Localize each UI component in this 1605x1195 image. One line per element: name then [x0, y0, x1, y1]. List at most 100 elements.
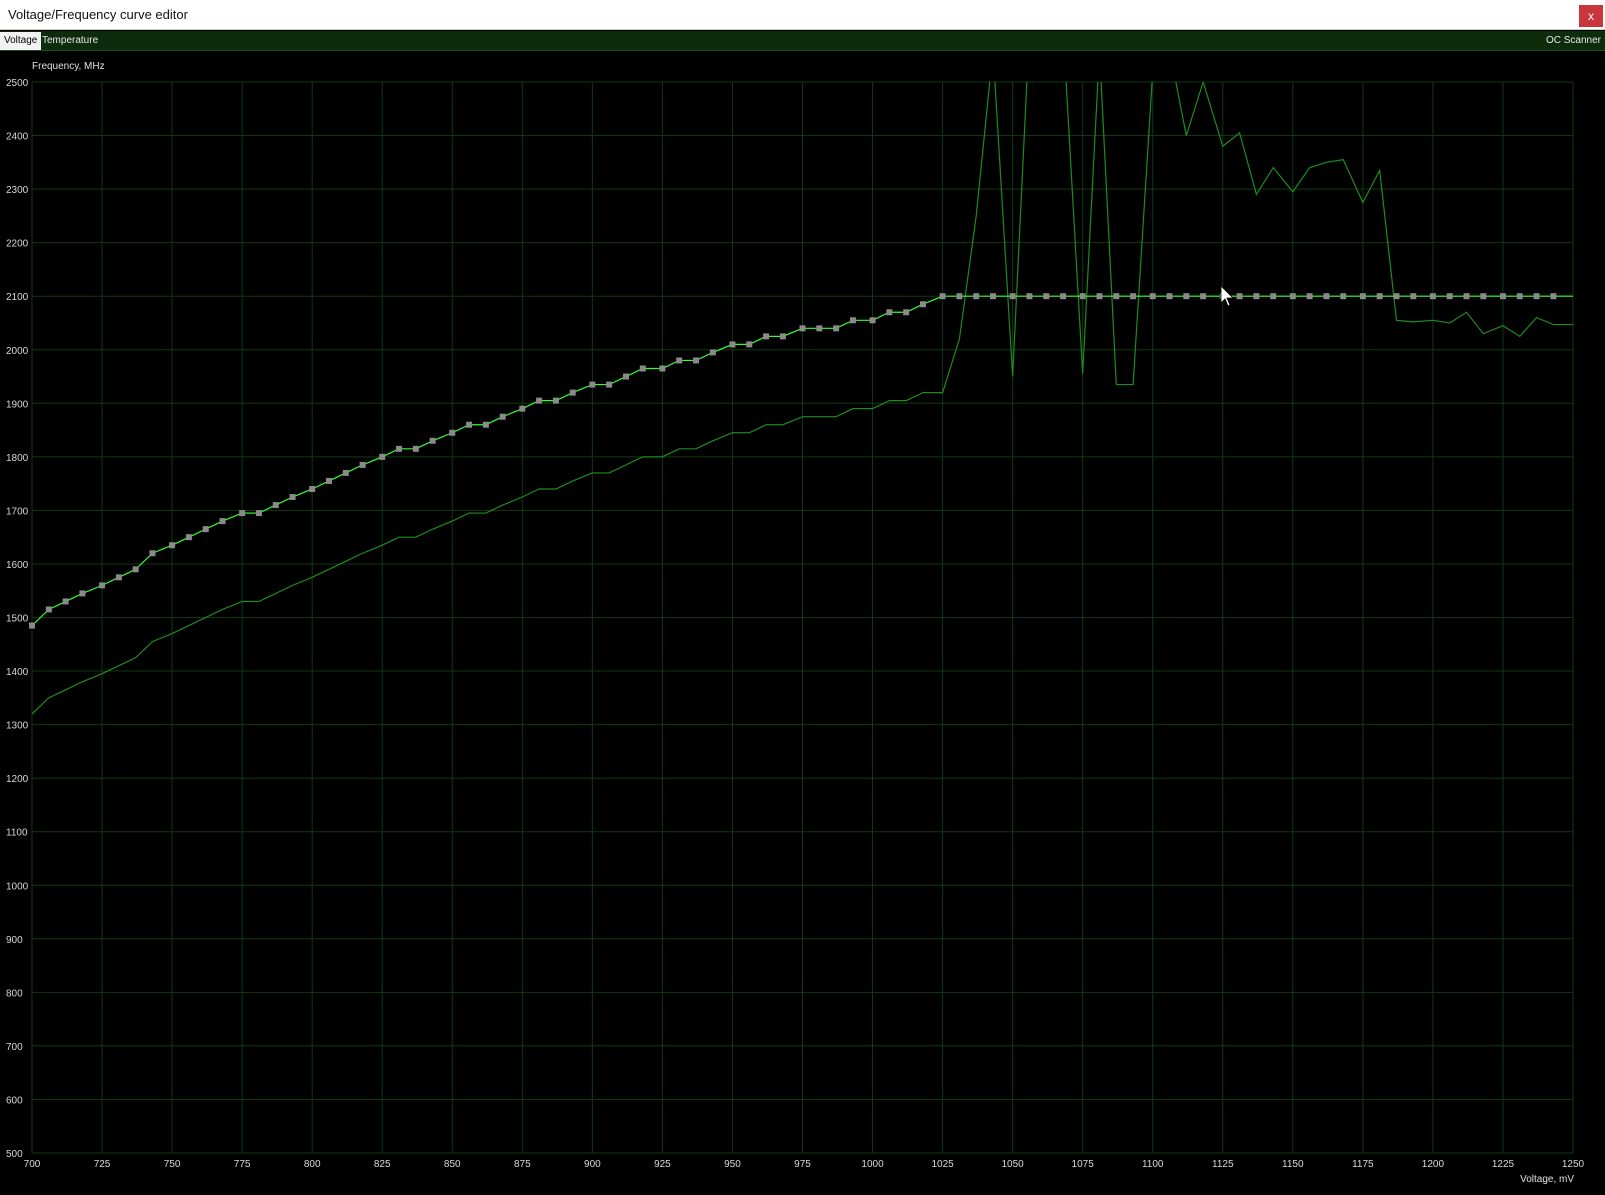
vf-curve-point[interactable]	[219, 518, 226, 525]
vf-curve-point[interactable]	[466, 421, 473, 428]
vf-curve-point[interactable]	[309, 485, 316, 492]
vf-curve-point[interactable]	[449, 429, 456, 436]
vf-curve-point[interactable]	[799, 325, 806, 332]
vf-curve-point[interactable]	[1060, 293, 1067, 300]
vf-curve-point[interactable]	[359, 461, 366, 468]
vf-curve-point[interactable]	[869, 317, 876, 324]
vf-curve-point[interactable]	[919, 301, 926, 308]
vf-curve-point[interactable]	[729, 341, 736, 348]
vf-curve-point[interactable]	[903, 309, 910, 316]
vf-curve-point[interactable]	[1270, 293, 1277, 300]
vf-curve-point[interactable]	[202, 526, 209, 533]
vf-curve-point[interactable]	[342, 469, 349, 476]
vf-curve-point[interactable]	[1253, 293, 1260, 300]
vf-curve-point[interactable]	[429, 437, 436, 444]
vf-curve-point[interactable]	[1429, 293, 1436, 300]
x-axis-label: Voltage, mV	[1520, 1174, 1574, 1185]
vf-curve-point[interactable]	[1463, 293, 1470, 300]
vf-curve-point[interactable]	[325, 477, 332, 484]
vf-curve-point[interactable]	[709, 349, 716, 356]
vf-curve-point[interactable]	[1096, 293, 1103, 300]
vf-curve-point[interactable]	[886, 309, 893, 316]
vf-curve-point[interactable]	[519, 405, 526, 412]
vf-curve-point[interactable]	[272, 502, 279, 509]
y-tick-label: 1000	[6, 881, 29, 892]
x-tick-label: 1250	[1562, 1159, 1585, 1170]
vf-curve-point[interactable]	[1149, 293, 1156, 300]
vf-curve-point[interactable]	[99, 582, 106, 589]
vf-curve-point[interactable]	[1043, 293, 1050, 300]
vf-curve-point[interactable]	[1289, 293, 1296, 300]
vf-curve-point[interactable]	[1410, 293, 1417, 300]
vf-curve-point[interactable]	[1480, 293, 1487, 300]
vf-curve-point[interactable]	[1340, 293, 1347, 300]
y-tick-label: 600	[6, 1095, 23, 1106]
vf-curve-point[interactable]	[1130, 293, 1137, 300]
vf-curve-point[interactable]	[396, 445, 403, 452]
vf-curve-point[interactable]	[45, 606, 52, 613]
vf-curve-point[interactable]	[622, 373, 629, 380]
vf-curve-point[interactable]	[1009, 293, 1016, 300]
vf-curve-point[interactable]	[79, 590, 86, 597]
vf-curve-point[interactable]	[833, 325, 840, 332]
vf-curve-point[interactable]	[62, 598, 69, 605]
vf-curve-point[interactable]	[849, 317, 856, 324]
y-tick-label: 2300	[6, 185, 29, 196]
vf-curve-point[interactable]	[1499, 293, 1506, 300]
y-tick-label: 1300	[6, 721, 29, 732]
vf-curve-point[interactable]	[1079, 293, 1086, 300]
vf-curve-point[interactable]	[115, 574, 122, 581]
vf-curve-point[interactable]	[676, 357, 683, 364]
vf-curve-point[interactable]	[1359, 293, 1366, 300]
y-tick-label: 1500	[6, 614, 29, 625]
vf-curve-point[interactable]	[552, 397, 559, 404]
vf-curve-point[interactable]	[1236, 293, 1243, 300]
x-tick-label: 875	[514, 1159, 531, 1170]
vf-curve-point[interactable]	[1306, 293, 1313, 300]
vf-curve-point[interactable]	[1533, 293, 1540, 300]
vf-curve-point[interactable]	[1516, 293, 1523, 300]
vf-curve-point[interactable]	[536, 397, 543, 404]
x-tick-label: 800	[304, 1159, 321, 1170]
vf-curve-point[interactable]	[569, 389, 576, 396]
vf-curve-point[interactable]	[1113, 293, 1120, 300]
vf-curve-point[interactable]	[1183, 293, 1190, 300]
vf-curve-point[interactable]	[169, 542, 176, 549]
vf-curve-point[interactable]	[255, 510, 262, 517]
vf-curve-point[interactable]	[1393, 293, 1400, 300]
vf-curve-point[interactable]	[289, 494, 296, 501]
vf-curve-point[interactable]	[659, 365, 666, 372]
vf-curve-point[interactable]	[1376, 293, 1383, 300]
vf-curve-point[interactable]	[1200, 293, 1207, 300]
vf-curve-point[interactable]	[185, 534, 192, 541]
vf-curve-point[interactable]	[149, 550, 156, 557]
vf-curve-point[interactable]	[956, 293, 963, 300]
vf-curve-point[interactable]	[693, 357, 700, 364]
vf-curve-point[interactable]	[606, 381, 613, 388]
vf-curve-point[interactable]	[973, 293, 980, 300]
vf-curve-point[interactable]	[1323, 293, 1330, 300]
vf-curve-point[interactable]	[763, 333, 770, 340]
vf-curve-point[interactable]	[132, 566, 139, 573]
vf-curve-chart[interactable]: 700 725 750 775 800 825 850 875 900 925 950 975 1000…	[0, 0, 1605, 1195]
vf-curve-point[interactable]	[29, 622, 35, 629]
vf-curve-point[interactable]	[589, 381, 596, 388]
vf-curve-point[interactable]	[779, 333, 786, 340]
vf-curve-point[interactable]	[412, 445, 419, 452]
vf-curve-point[interactable]	[1166, 293, 1173, 300]
vf-curve-point[interactable]	[939, 293, 946, 300]
vf-curve-point[interactable]	[1550, 293, 1557, 300]
y-tick-label: 500	[6, 1149, 23, 1160]
vf-curve-point[interactable]	[990, 293, 997, 300]
y-tick-label: 800	[6, 988, 23, 999]
vf-curve-point[interactable]	[816, 325, 823, 332]
vf-curve-point[interactable]	[746, 341, 753, 348]
vf-curve-point[interactable]	[499, 413, 506, 420]
vf-curve-point[interactable]	[1446, 293, 1453, 300]
x-tick-label: 900	[584, 1159, 601, 1170]
vf-curve-point[interactable]	[379, 453, 386, 460]
vf-curve-point[interactable]	[639, 365, 646, 372]
vf-curve-point[interactable]	[1026, 293, 1033, 300]
vf-curve-point[interactable]	[482, 421, 489, 428]
vf-curve-point[interactable]	[239, 510, 246, 517]
